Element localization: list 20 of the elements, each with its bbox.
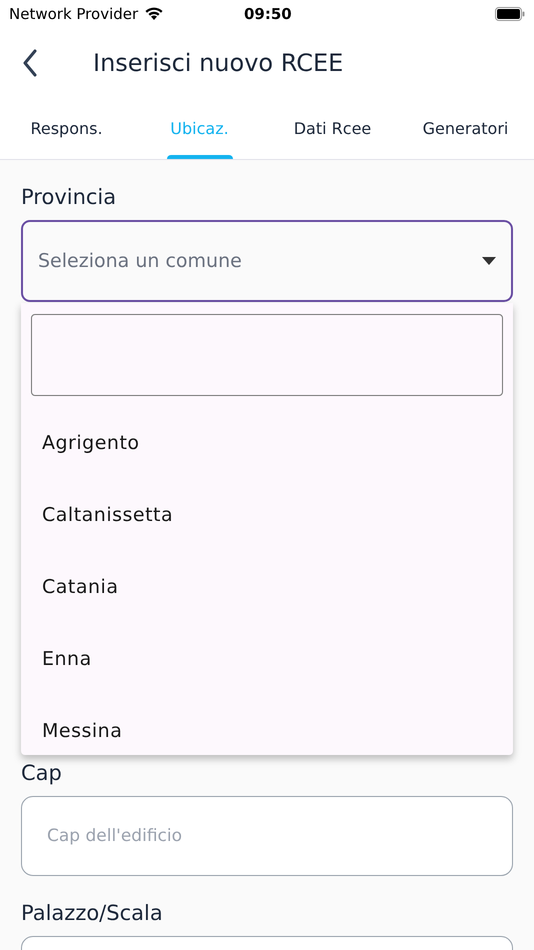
tab[interactable]: Dati Rcee <box>266 98 399 159</box>
search-field[interactable] <box>31 314 503 396</box>
field-label: Cap <box>21 760 63 786</box>
clock-time: 09:50 <box>244 4 292 25</box>
dropdown-option[interactable]: Messina <box>21 695 513 755</box>
select-field[interactable]: Seleziona un comune <box>21 220 513 302</box>
tab[interactable]: Respons. <box>0 98 133 159</box>
tab[interactable]: Generatori <box>399 98 532 159</box>
field-label: Provincia <box>21 184 118 210</box>
dropdown-arrow-icon <box>482 257 496 265</box>
field-label: Palazzo/Scala <box>21 900 164 926</box>
dropdown-option[interactable]: Catania <box>21 551 513 623</box>
dropdown-option[interactable]: Caltanissetta <box>21 479 513 551</box>
battery-icon <box>495 7 525 21</box>
carrier-name: Network Provider <box>9 4 138 25</box>
dropdown-option[interactable]: Enna <box>21 623 513 695</box>
dropdown-option[interactable]: Agrigento <box>21 407 513 479</box>
page-title: Inserisci nuovo RCEE <box>93 48 344 79</box>
input-field[interactable]: Cap dell'edificio <box>21 796 513 876</box>
wifi-icon <box>144 7 164 21</box>
